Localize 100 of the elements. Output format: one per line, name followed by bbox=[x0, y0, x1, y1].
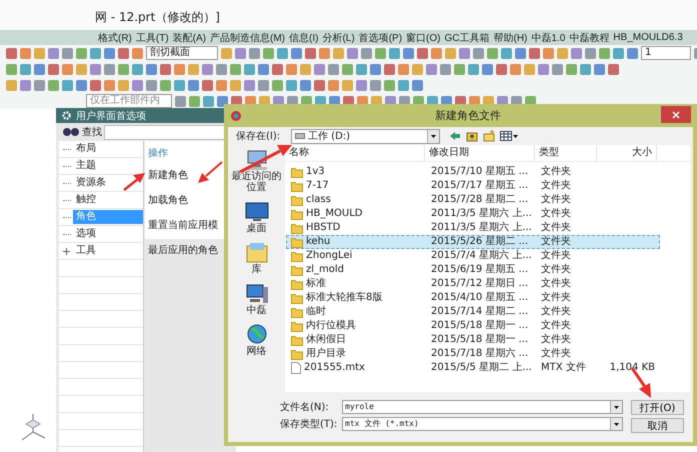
toolbar-icon[interactable] bbox=[188, 64, 199, 74]
toolbar-icon[interactable] bbox=[188, 80, 199, 90]
toolbar-icon[interactable] bbox=[272, 64, 283, 74]
toolbar-icon[interactable] bbox=[118, 48, 129, 58]
toolbar-icon[interactable] bbox=[347, 48, 358, 58]
toolbar-icon[interactable] bbox=[160, 80, 171, 90]
toolbar-icon[interactable] bbox=[454, 64, 465, 74]
toolbar-icon[interactable] bbox=[20, 80, 31, 90]
toolbar-icon[interactable] bbox=[473, 48, 484, 58]
file-row[interactable]: 标准 2015/7/12 星期日 ... 文件夹 bbox=[286, 277, 660, 291]
toolbar-icon[interactable] bbox=[468, 64, 479, 74]
menu-item[interactable]: 窗口(O) bbox=[406, 30, 440, 44]
dropdown[interactable]: 仅在工作部件内 bbox=[86, 94, 172, 108]
menu-item[interactable]: 产品制造信息(M) bbox=[210, 30, 286, 44]
toolbar-icon[interactable] bbox=[398, 64, 409, 74]
toolbar-icon[interactable] bbox=[538, 64, 549, 74]
toolbar-icon[interactable] bbox=[445, 48, 456, 58]
toolbar-icon[interactable] bbox=[342, 80, 353, 90]
toolbar-icon[interactable] bbox=[272, 80, 283, 90]
open-button[interactable]: 打开(O) bbox=[631, 400, 684, 415]
toolbar-icon[interactable] bbox=[258, 80, 269, 90]
computer-icon[interactable] bbox=[244, 149, 268, 171]
toolbar-icon[interactable] bbox=[286, 64, 297, 74]
toolbar-icon[interactable] bbox=[76, 48, 87, 58]
toolbar-icon[interactable] bbox=[277, 48, 288, 58]
toolbar-icon[interactable] bbox=[230, 80, 241, 90]
menu-item[interactable]: 装配(A) bbox=[172, 30, 206, 44]
toolbar-icon[interactable] bbox=[328, 64, 339, 74]
file-row[interactable]: ZhongLei 2015/7/4 星期六 上... 文件夹 bbox=[286, 249, 660, 263]
place-label[interactable]: 网络 bbox=[246, 346, 266, 357]
place-label[interactable]: 桌面 bbox=[246, 223, 266, 234]
file-row[interactable]: HBSTD 2011/3/5 星期六 上... 文件夹 bbox=[286, 221, 660, 235]
menu-item[interactable]: 工具(T) bbox=[136, 30, 169, 44]
menu-item[interactable]: 帮助(H) bbox=[494, 30, 528, 44]
toolbar-icon[interactable] bbox=[62, 64, 73, 74]
globe-icon[interactable] bbox=[244, 324, 268, 346]
location-dropdown[interactable]: 工作 (D:) bbox=[291, 128, 440, 144]
toolbar-icon[interactable] bbox=[599, 48, 610, 58]
toolbar-icon[interactable] bbox=[20, 48, 31, 58]
view-menu-icon[interactable] bbox=[500, 130, 518, 142]
section-field[interactable]: 剖切截面 bbox=[146, 46, 218, 60]
toolbar-icon[interactable] bbox=[48, 64, 59, 74]
file-row[interactable]: 内行位模具 2015/5/18 星期一 ... 文件夹 bbox=[286, 319, 660, 333]
menu-item[interactable]: 分析(L) bbox=[322, 30, 355, 44]
toolbar-icon[interactable] bbox=[217, 96, 228, 106]
toolbar-icon[interactable] bbox=[440, 64, 451, 74]
tree-item[interactable]: 主题 bbox=[73, 159, 99, 173]
toolbar-icon[interactable] bbox=[249, 48, 260, 58]
toolbar-icon[interactable] bbox=[160, 64, 171, 74]
toolbar-icon[interactable] bbox=[585, 48, 596, 58]
menu-item[interactable]: HB_MOULD6.3 bbox=[613, 32, 683, 43]
menu-item[interactable]: GC工具箱 bbox=[444, 30, 490, 44]
file-row[interactable]: kehu 2015/5/26 星期二 ... 文件夹 bbox=[286, 235, 660, 249]
toolbar-icon[interactable] bbox=[6, 80, 17, 90]
toolbar-icon[interactable] bbox=[202, 80, 213, 90]
toolbar-icon[interactable] bbox=[314, 64, 325, 74]
file-row[interactable]: 临时 2015/7/14 星期二 ... 文件夹 bbox=[286, 305, 660, 319]
toolbar-icon[interactable] bbox=[244, 64, 255, 74]
toolbar-icon[interactable] bbox=[263, 48, 274, 58]
toolbar-icon[interactable] bbox=[580, 64, 591, 74]
toolbar-icon[interactable] bbox=[496, 64, 507, 74]
toolbar-icon[interactable] bbox=[543, 48, 554, 58]
menu-item[interactable]: 信息(I) bbox=[289, 30, 318, 44]
cancel-button[interactable]: 取消 bbox=[631, 418, 684, 433]
toolbar-icon[interactable] bbox=[482, 64, 493, 74]
toolbar-icon[interactable] bbox=[132, 48, 143, 58]
toolbar-icon[interactable] bbox=[34, 64, 45, 74]
toolbar-icon[interactable] bbox=[90, 48, 101, 58]
toolbar-icon[interactable] bbox=[389, 48, 400, 58]
menu-item[interactable]: 格式(R) bbox=[98, 30, 132, 44]
toolbar-icon[interactable] bbox=[286, 80, 297, 90]
toolbar-icon[interactable] bbox=[300, 80, 311, 90]
toolbar-icon[interactable] bbox=[557, 48, 568, 58]
toolbar-icon[interactable] bbox=[90, 80, 101, 90]
toolbar-icon[interactable] bbox=[146, 80, 157, 90]
toolbar-icon[interactable] bbox=[202, 64, 213, 74]
toolbar-icon[interactable] bbox=[118, 64, 129, 74]
toolbar-icon[interactable] bbox=[221, 48, 232, 58]
back-icon[interactable] bbox=[449, 130, 461, 142]
toolbar-icon[interactable] bbox=[132, 80, 143, 90]
toolbar-icon[interactable] bbox=[132, 64, 143, 74]
file-row[interactable]: 用户目录 2015/7/18 星期六 ... 文件夹 bbox=[286, 347, 660, 361]
toolbar-icon[interactable] bbox=[48, 80, 59, 90]
place-label[interactable]: 中磊 bbox=[246, 305, 266, 316]
dropdown[interactable]: 1 bbox=[641, 46, 691, 60]
folder-up-icon[interactable] bbox=[466, 130, 478, 142]
toolbar-icon[interactable] bbox=[118, 80, 129, 90]
toolbar-icon[interactable] bbox=[384, 80, 395, 90]
action-link[interactable]: 新建角色 bbox=[148, 168, 228, 182]
toolbar-icon[interactable] bbox=[90, 64, 101, 74]
expand-icon[interactable] bbox=[63, 248, 70, 254]
toolbar-icon[interactable] bbox=[510, 64, 521, 74]
toolbar-icon[interactable] bbox=[524, 64, 535, 74]
file-row[interactable]: 标准大轮推车8版 2015/4/10 星期五 ... 文件夹 bbox=[286, 291, 660, 305]
close-button[interactable] bbox=[661, 106, 691, 123]
toolbar-icon[interactable] bbox=[20, 64, 31, 74]
toolbar-icon[interactable] bbox=[426, 64, 437, 74]
toolbar-icon[interactable] bbox=[235, 48, 246, 58]
toolbar-icon[interactable] bbox=[300, 64, 311, 74]
file-row[interactable]: 201555.mtx 2015/5/5 星期二 上... MTX 文件 1,104 KB bbox=[286, 361, 660, 375]
